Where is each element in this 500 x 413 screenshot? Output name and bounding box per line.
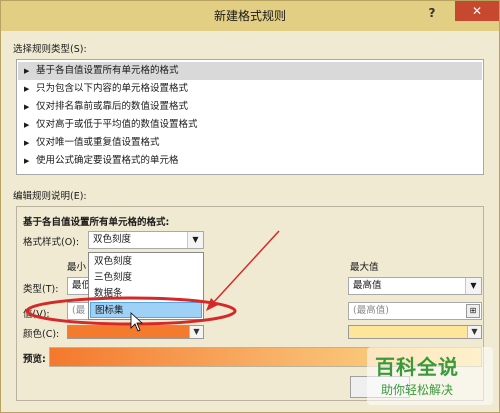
- preview-label: 预览:: [23, 354, 46, 365]
- max-color-picker[interactable]: ▼: [348, 325, 482, 339]
- rule-type-item[interactable]: ▶ 仅对排名靠前或靠后的数值设置格式: [18, 98, 482, 116]
- rule-type-item[interactable]: ▶ 仅对唯一值或重复值设置格式: [18, 134, 482, 152]
- range-select-icon[interactable]: ⊞: [466, 304, 480, 318]
- edit-heading: 基于各自值设置所有单元格的格式:: [23, 217, 170, 228]
- rule-type-item[interactable]: ▶ 基于各自值设置所有单元格的格式: [18, 62, 482, 80]
- max-value-input[interactable]: (最高值) ⊞: [348, 302, 482, 320]
- rule-type-item[interactable]: ▶ 使用公式确定要设置格式的单元格: [18, 152, 482, 170]
- format-style-dropdown[interactable]: 双色刻度 三色刻度 数据条 图标集: [88, 252, 204, 320]
- type-label: 类型(T):: [23, 284, 59, 295]
- chevron-down-icon: ▼: [189, 326, 203, 338]
- title-bar: 新建格式规则 ? ✕: [1, 1, 499, 31]
- bullet-arrow-icon: ▶: [24, 139, 30, 147]
- chevron-down-icon: ▼: [187, 232, 203, 248]
- min-value-input[interactable]: (最: [67, 302, 89, 320]
- rule-type-item[interactable]: ▶ 只为包含以下内容的单元格设置格式: [18, 80, 482, 98]
- rule-type-item[interactable]: ▶ 仅对高于或低于平均值的数值设置格式: [18, 116, 482, 134]
- max-type-select[interactable]: 最高值 ▼: [348, 277, 482, 295]
- min-header: 最小: [67, 262, 87, 273]
- max-header: 最大值: [350, 262, 379, 273]
- min-type-select[interactable]: 最低: [67, 277, 91, 295]
- new-format-rule-dialog: 新建格式规则 ? ✕ 选择规则类型(S): ▶ 基于各自值设置所有单元格的格式 ▶…: [0, 0, 500, 413]
- min-color-picker[interactable]: ▼: [67, 325, 204, 339]
- rule-type-list[interactable]: ▶ 基于各自值设置所有单元格的格式 ▶ 只为包含以下内容的单元格设置格式 ▶ 仅对排名…: [16, 59, 484, 175]
- dropdown-option[interactable]: 数据条: [90, 286, 202, 302]
- bullet-arrow-icon: ▶: [24, 85, 30, 93]
- chevron-down-icon: ▼: [465, 278, 481, 294]
- chevron-down-icon: ▼: [467, 326, 481, 338]
- bullet-arrow-icon: ▶: [24, 67, 30, 75]
- rule-type-label: 选择规则类型(S):: [13, 44, 87, 55]
- edit-rule-label: 编辑规则说明(E):: [13, 191, 87, 202]
- dropdown-option[interactable]: 三色刻度: [90, 270, 202, 286]
- watermark-logo: 百科全说 助你轻松解决: [367, 347, 493, 405]
- value-label: 值(V):: [23, 309, 50, 320]
- bullet-arrow-icon: ▶: [24, 157, 30, 165]
- help-button[interactable]: ?: [424, 6, 440, 24]
- dropdown-option[interactable]: 双色刻度: [90, 254, 202, 270]
- dropdown-option-highlighted[interactable]: 图标集: [90, 302, 202, 318]
- close-button[interactable]: ✕: [455, 1, 499, 21]
- format-style-label: 格式样式(O):: [23, 237, 80, 248]
- format-style-select[interactable]: 双色刻度 ▼: [88, 231, 204, 249]
- bullet-arrow-icon: ▶: [24, 121, 30, 129]
- color-label: 颜色(C):: [23, 329, 60, 340]
- bullet-arrow-icon: ▶: [24, 103, 30, 111]
